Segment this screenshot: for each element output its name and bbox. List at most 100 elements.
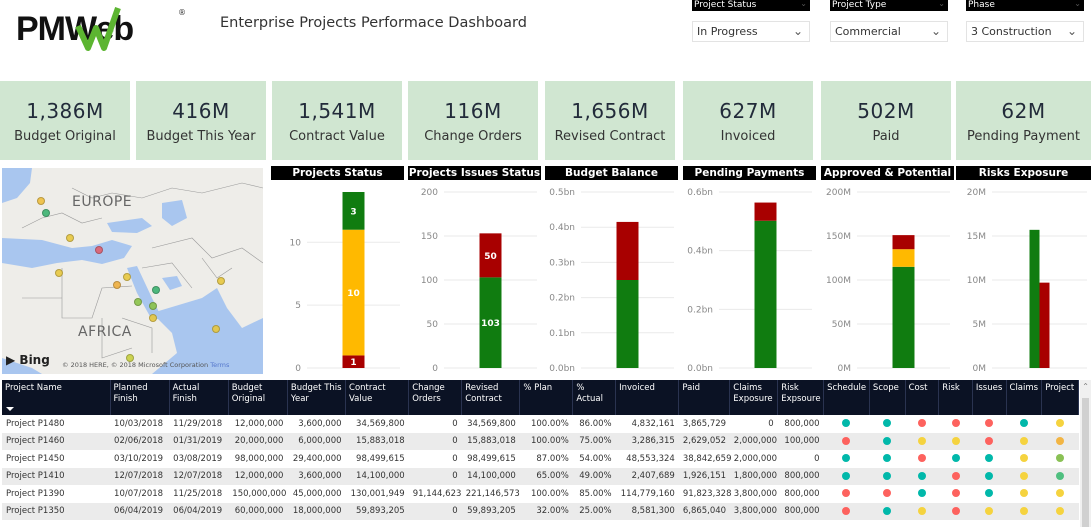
table-cell: 10/07/2018 (110, 485, 170, 503)
slicer-project-status[interactable]: Project Status ⌄ In Progress ⌄ (692, 0, 810, 42)
column-header[interactable]: Paid (678, 380, 731, 415)
chart-plot: 0 50 100 150 200 103 50 (421, 188, 537, 374)
table-cell: 59,893,205 (461, 502, 520, 520)
table-row[interactable]: Project P1350 06/04/2019 06/04/2019 60,000,… (2, 502, 1079, 520)
status-cell (905, 450, 939, 468)
map-point[interactable] (94, 246, 103, 255)
chart-pending-payments[interactable]: Pending Payments 0.0bn 0.2bn 0.4bn 0.6bn (683, 166, 816, 376)
column-header[interactable]: Scope (869, 380, 906, 415)
table-row[interactable]: Project P1460 02/06/2018 01/31/2019 20,000,… (2, 432, 1079, 450)
status-dot-icon (985, 489, 994, 498)
chart-budget-balance[interactable]: Budget Balance 0.0bn 0.1bn 0.2bn 0.3bn 0.4bn… (545, 166, 678, 376)
kpi-change-orders[interactable]: 116M Change Orders (408, 81, 538, 160)
column-header[interactable]: Risk Expsoure (777, 380, 825, 415)
table-row[interactable]: Project P1410 12/07/2018 12/07/2018 12,000,… (2, 467, 1079, 485)
column-header[interactable]: Issues (972, 380, 1007, 415)
chart-risks-exposure[interactable]: Risks Exposure 0M 5M 10M 15M 20M (956, 166, 1091, 376)
y-tick-label: 20M (967, 188, 986, 198)
bar-green[interactable] (1029, 229, 1040, 368)
chart-approved-potential[interactable]: Approved & Potential 0M 50M 100M 150M 200M (821, 166, 954, 376)
column-header[interactable]: Project Name (2, 380, 111, 415)
map-point[interactable] (212, 324, 221, 333)
table-cell: 32.00% (519, 502, 573, 520)
column-header[interactable]: Claims Exposure (729, 380, 779, 415)
y-tick-label: 50 (427, 320, 439, 330)
column-header[interactable]: Contract Value (345, 380, 410, 415)
table-cell: 0 (729, 415, 778, 433)
column-header[interactable]: Project (1041, 380, 1079, 415)
bar-segment-red[interactable] (754, 202, 777, 221)
column-header[interactable]: Budget This Year (287, 380, 347, 415)
column-header[interactable]: Risk (938, 380, 973, 415)
map-point[interactable] (151, 285, 160, 294)
column-header[interactable]: Claims (1006, 380, 1043, 415)
table-body: Project P1480 10/03/2018 11/29/2018 12,000,… (2, 415, 1079, 520)
column-header[interactable]: % Actual (572, 380, 617, 415)
terms-link[interactable]: Terms (210, 361, 229, 369)
table-row[interactable]: Project P1480 10/03/2018 11/29/2018 12,000,… (2, 415, 1079, 433)
status-dot-icon (951, 454, 960, 463)
table-row[interactable]: Project P1390 10/07/2018 11/25/2018 150,000… (2, 485, 1079, 503)
chevron-down-icon[interactable]: ⌄ (938, 0, 945, 9)
column-header[interactable]: Change Orders (408, 380, 463, 415)
kpi-budget-original[interactable]: 1,386M Budget Original (0, 81, 130, 160)
chevron-down-icon[interactable]: ⌄ (1074, 0, 1081, 9)
kpi-label: Pending Payment (966, 129, 1080, 144)
column-header[interactable]: Cost (905, 380, 940, 415)
project-type-dropdown[interactable]: Commercial ⌄ (830, 21, 948, 42)
column-header[interactable]: Schedule (823, 380, 870, 415)
chevron-down-icon[interactable]: ⌄ (800, 0, 807, 9)
column-header[interactable]: Invoiced (615, 380, 680, 415)
column-header[interactable]: % Plan (519, 380, 574, 415)
bar-segment-red[interactable] (892, 235, 915, 250)
table-cell: 0 (777, 450, 824, 468)
sort-descending-icon[interactable] (6, 407, 14, 411)
bar-segment-green[interactable] (616, 280, 639, 368)
bing-label: Bing (19, 353, 50, 367)
table-cell: 6,865,040 (678, 502, 730, 520)
kpi-revised-contract[interactable]: 1,656M Revised Contract (545, 81, 675, 160)
scroll-up-icon[interactable]: ⌃ (1082, 382, 1089, 391)
projects-map[interactable]: EUROPE AFRICA ▶ Bing © 2018 HERE, © 2018… (2, 168, 263, 374)
bar-segment-green[interactable] (754, 220, 777, 368)
kpi-budget-this-year[interactable]: 416M Budget This Year (136, 81, 266, 160)
column-header[interactable]: Budget Original (228, 380, 288, 415)
kpi-pending-payment[interactable]: 62M Pending Payment (956, 81, 1091, 160)
page-title: Enterprise Projects Performace Dashboard (220, 15, 527, 31)
status-dot-icon (1056, 419, 1065, 428)
map-point[interactable] (133, 297, 142, 306)
bar-segment-green[interactable] (892, 266, 915, 368)
column-header[interactable]: Planned Finish (110, 380, 170, 415)
table-cell: 60,000,000 (228, 502, 288, 520)
project-status-dropdown[interactable]: In Progress ⌄ (692, 21, 810, 42)
y-tick-label: 0 (295, 364, 301, 374)
kpi-invoiced[interactable]: 627M Invoiced (683, 81, 813, 160)
phase-dropdown[interactable]: 3 Construction ⌄ (966, 21, 1084, 42)
table-cell: 100,000 (777, 432, 824, 450)
column-header[interactable]: Revised Contract (461, 380, 521, 415)
projects-table[interactable]: Project Name Planned Finish Actual Finish B… (2, 380, 1091, 527)
table-cell: 14,100,000 (345, 467, 409, 485)
slicer-phase[interactable]: Phase ⌄ 3 Construction ⌄ (966, 0, 1084, 42)
y-tick-label: 0.2bn (549, 294, 575, 304)
map-point[interactable] (65, 234, 74, 243)
status-dot-icon (1019, 506, 1028, 515)
table-cell: 10/03/2018 (110, 415, 170, 433)
chart-projects-issues-status[interactable]: Projects Issues Status 0 50 100 150 200 103 50 (408, 166, 541, 376)
table-cell: 2,407,689 (615, 467, 679, 485)
slicer-project-type[interactable]: Project Type ⌄ Commercial ⌄ (830, 0, 948, 42)
status-dot-icon (985, 419, 994, 428)
kpi-contract-value[interactable]: 1,541M Contract Value (272, 81, 402, 160)
y-tick-label: 10 (290, 238, 302, 248)
kpi-paid[interactable]: 502M Paid (821, 81, 951, 160)
column-header[interactable]: Actual Finish (169, 380, 229, 415)
bar-red[interactable] (1039, 282, 1050, 368)
status-cell (1006, 502, 1042, 520)
table-row[interactable]: Project P1450 03/10/2019 03/08/2019 98,000,… (2, 450, 1079, 468)
scrollbar-thumb[interactable] (1082, 398, 1089, 527)
bar-segment-red[interactable] (616, 221, 639, 280)
bar-segment-yellow[interactable] (892, 249, 915, 267)
table-cell: 1,800,000 (729, 467, 778, 485)
chart-projects-status[interactable]: Projects Status 0 5 10 1 10 3 (271, 166, 404, 376)
slicer-value: 3 Construction (971, 25, 1052, 38)
